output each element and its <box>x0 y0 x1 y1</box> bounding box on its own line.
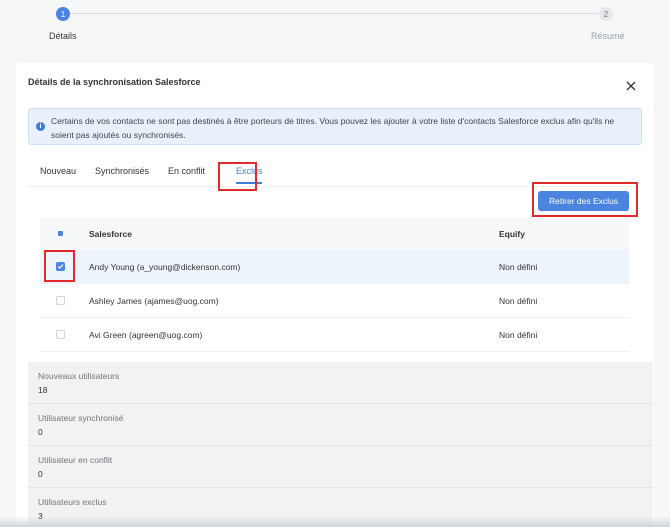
row-checkbox[interactable] <box>55 330 65 339</box>
highlight-remove-button <box>532 182 638 217</box>
row-salesforce-contact: Andy Young (a_young@dickenson.com) <box>89 261 241 272</box>
row-checkbox-cell[interactable] <box>54 318 66 351</box>
row-salesforce-contact: Ashley James (ajames@uog.com) <box>89 295 219 306</box>
stat-value: 18 <box>38 385 48 395</box>
select-all-cell[interactable] <box>54 217 66 250</box>
excluded-contacts-table: Salesforce Equify Andy Young (a_young@di… <box>40 217 629 352</box>
column-header-equify: Equify <box>499 228 525 239</box>
card-title: Détails de la synchronisation Salesforce <box>28 77 201 87</box>
highlight-tab-exclus <box>218 162 257 191</box>
tab-synchronises[interactable]: Synchronisés <box>95 166 149 176</box>
select-all-indicator <box>57 231 63 236</box>
tab-nouveau[interactable]: Nouveau <box>40 166 76 176</box>
stat-value: 0 <box>38 427 43 437</box>
stat-value: 0 <box>38 469 43 479</box>
highlight-row-checkbox <box>44 250 75 282</box>
stat-label: Nouveaux utilisateurs <box>38 371 120 381</box>
row-checkbox-cell[interactable] <box>54 284 66 317</box>
row-equify-status: Non défini <box>499 261 538 272</box>
stat-synced-users: Utilisateur synchronisé 0 <box>28 404 653 446</box>
info-alert-text: Certains de vos contacts ne sont pas des… <box>51 116 615 140</box>
table-row[interactable]: Avi Green (agreen@uog.com) Non défini <box>40 318 629 352</box>
stat-label: Utilisateur en conflit <box>38 455 113 465</box>
row-salesforce-contact: Avi Green (agreen@uog.com) <box>89 329 203 340</box>
column-header-salesforce: Salesforce <box>89 228 132 239</box>
step-2-indicator[interactable]: 2 <box>599 7 613 21</box>
step-1-label: Détails <box>49 31 77 41</box>
stepper-line <box>62 13 606 14</box>
stat-conflict-users: Utilisateur en conflit 0 <box>28 446 653 488</box>
table-row[interactable]: Andy Young (a_young@dickenson.com) Non d… <box>40 250 629 284</box>
close-icon-glyph <box>626 81 636 91</box>
row-equify-status: Non défini <box>499 295 538 306</box>
row-checkbox[interactable] <box>55 296 65 305</box>
table-header-row: Salesforce Equify <box>40 217 629 250</box>
info-alert: i Certains de vos contacts ne sont pas d… <box>28 108 642 145</box>
stat-label: Utilisateur synchronisé <box>38 413 124 423</box>
bottom-scroll-shadow <box>0 516 670 527</box>
sync-summary-stats: Nouveaux utilisateurs 18 Utilisateur syn… <box>28 362 653 527</box>
stat-label: Utilisateurs exclus <box>38 497 107 507</box>
sync-details-card: Détails de la synchronisation Salesforce… <box>16 63 654 527</box>
table-row[interactable]: Ashley James (ajames@uog.com) Non défini <box>40 284 629 318</box>
sync-page: 1 2 Détails Résumé Détails de la synchro… <box>0 0 670 527</box>
step-2-label: Résumé <box>591 31 625 41</box>
close-icon[interactable] <box>624 79 638 93</box>
info-icon: i <box>36 122 45 131</box>
step-1-indicator[interactable]: 1 <box>56 7 70 21</box>
row-equify-status: Non défini <box>499 329 538 340</box>
tab-en-conflit[interactable]: En conflit <box>168 166 205 176</box>
stepper: 1 2 Détails Résumé <box>0 0 670 62</box>
stat-new-users: Nouveaux utilisateurs 18 <box>28 362 653 404</box>
